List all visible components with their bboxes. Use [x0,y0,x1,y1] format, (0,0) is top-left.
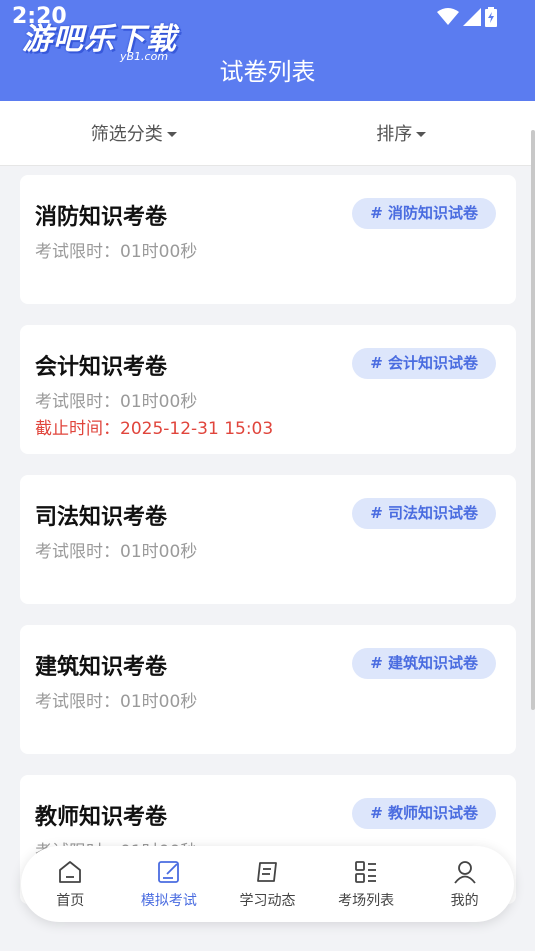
tab-label: 学习动态 [239,893,296,909]
tab-learning-news[interactable]: 学习动态 [218,846,317,922]
tab-profile[interactable]: 我的 [415,846,514,922]
exam-card[interactable]: 会计知识考卷 考试限时：01时00秒 截止时间：2025-12-31 15:03… [20,325,516,454]
exam-card[interactable]: 司法知识考卷 考试限时：01时00秒 # 司法知识试卷 [20,475,516,604]
sort-label: 排序 [376,124,413,145]
filter-category-label: 筛选分类 [90,124,163,145]
tab-mock-exam[interactable]: 模拟考试 [120,846,219,922]
exam-time-limit: 考试限时：01时00秒 [35,242,198,262]
tab-label: 我的 [450,893,479,909]
status-icons [437,7,497,27]
exam-time-limit: 考试限时：01时00秒 [35,692,198,712]
signal-icon [463,8,481,26]
caret-down-icon [166,132,177,137]
exam-category-tag: # 司法知识试卷 [352,498,496,529]
caret-down-icon [416,132,427,137]
user-icon [453,861,476,884]
exam-deadline: 截止时间：2025-12-31 15:03 [35,419,274,439]
battery-icon [485,7,497,27]
wifi-icon [437,8,459,25]
filter-category-dropdown[interactable]: 筛选分类 [0,101,268,165]
scroll-icon [257,862,278,882]
tab-label: 考场列表 [338,893,395,909]
sort-dropdown[interactable]: 排序 [268,101,535,165]
exam-category-tag: # 建筑知识试卷 [352,648,496,679]
page-title: 试卷列表 [219,58,316,86]
exam-time-limit: 考试限时：01时00秒 [35,542,198,562]
exam-time-limit: 考试限时：01时00秒 [35,392,198,412]
tab-exam-rooms[interactable]: 考场列表 [317,846,416,922]
exam-category-tag: # 会计知识试卷 [352,348,496,379]
exam-card[interactable]: 消防知识考卷 考试限时：01时00秒 # 消防知识试卷 [20,175,516,304]
tab-label: 模拟考试 [140,893,197,909]
edit-icon [157,861,179,883]
list-icon [355,861,377,883]
filter-bar: 筛选分类 排序 [0,101,535,166]
exam-list: 消防知识考卷 考试限时：01时00秒 # 消防知识试卷 会计知识考卷 考试限时：… [20,175,516,925]
exam-category-tag: # 消防知识试卷 [352,198,496,229]
exam-category-tag: # 教师知识试卷 [352,798,496,829]
home-icon [59,861,82,883]
bottom-tab-bar: 首页 模拟考试 学习动态 考场列表 我的 [21,846,514,922]
exam-card[interactable]: 建筑知识考卷 考试限时：01时00秒 # 建筑知识试卷 [20,625,516,754]
status-time: 2:20 [12,4,67,29]
header: 游吧乐下载 yB1.com 2:20 试卷列表 [0,0,535,101]
tab-home[interactable]: 首页 [21,846,120,922]
tab-label: 首页 [56,893,85,909]
scrollbar[interactable] [531,130,535,710]
